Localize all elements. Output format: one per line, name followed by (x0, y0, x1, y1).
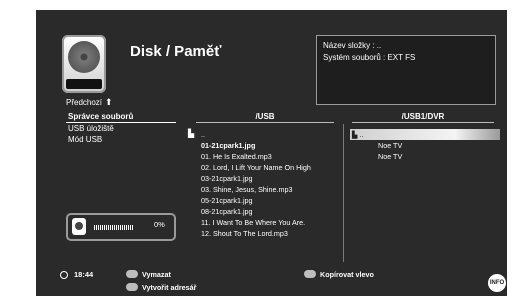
disk-icon (72, 218, 86, 235)
disk-drive-icon (62, 35, 106, 93)
dvr-panel-header: /USB1/DVR (352, 111, 494, 123)
list-item-label: .. (359, 130, 364, 139)
list-item[interactable]: 12. Shout To The Lord.mp3 (199, 228, 337, 239)
delete-key-icon (126, 270, 138, 278)
list-item[interactable]: Noe TV (350, 151, 500, 162)
list-item[interactable]: 11. I Want To Be Where You Are. (199, 217, 337, 228)
list-item[interactable]: 03. Shine, Jesus, Shine.mp3 (199, 184, 337, 195)
menu-item-usb-mode[interactable]: Mód USB (66, 134, 176, 145)
delete-button[interactable]: Vymazat (142, 270, 171, 279)
dvr-file-list: ▙ .. Noe TV Noe TV (350, 129, 500, 162)
page-title: Disk / Paměť (130, 43, 222, 60)
create-folder-button[interactable]: Vytvořit adresář (142, 283, 196, 292)
folder-up-icon: ▙ (352, 130, 360, 139)
info-button[interactable]: INFO (488, 274, 506, 292)
mkdir-key-icon (126, 283, 138, 291)
footer-bar: 18:44 Vymazat Vytvořit adresář Kopírovat… (36, 261, 507, 296)
folder-info-box: Název složky : .. Systém souborů : EXT F… (316, 35, 496, 105)
tv-screen: Disk / Paměť Název složky : .. Systém so… (36, 10, 507, 296)
list-item[interactable]: 08-21cpark1.jpg (199, 206, 337, 217)
progress-widget: 0% (66, 213, 176, 241)
list-item[interactable]: 01-21cpark1.jpg (199, 140, 337, 151)
progress-percent: 0% (154, 220, 165, 229)
clock-icon (60, 271, 68, 279)
list-item[interactable]: 01. He Is Exalted.mp3 (199, 151, 337, 162)
panel-divider (343, 124, 344, 262)
previous-label: Předchozí (66, 98, 103, 107)
menu-item-usb-storage[interactable]: USB úložiště (66, 123, 176, 134)
list-item[interactable]: Noe TV (350, 140, 500, 151)
folder-name-text: Název složky : .. (323, 41, 382, 50)
copy-key-icon (304, 270, 316, 278)
folder-up-icon: ▙ (188, 129, 195, 138)
list-item[interactable]: 02. Lord, I Lift Your Name On High (199, 162, 337, 173)
clock-time: 18:44 (74, 270, 94, 279)
previous-button[interactable]: Předchozí ⬆ (66, 97, 113, 108)
side-menu: Správce souborů USB úložiště Mód USB (66, 111, 176, 145)
list-item[interactable]: .. (199, 129, 337, 140)
list-item[interactable]: 03-21cpark1.jpg (199, 173, 337, 184)
copy-left-button[interactable]: Kopírovat vlevo (320, 270, 374, 279)
usb-panel-header: /USB (196, 111, 334, 123)
list-item[interactable]: 05-21cpark1.jpg (199, 195, 337, 206)
progress-bar (94, 225, 134, 230)
menu-item-file-manager[interactable]: Správce souborů (66, 111, 176, 123)
arrow-up-icon: ⬆ (105, 97, 113, 107)
usb-file-list: .. 01-21cpark1.jpg 01. He Is Exalted.mp3… (199, 129, 337, 239)
list-item-selected[interactable]: ▙ .. (350, 129, 500, 140)
file-system-text: Systém souborů : EXT FS (323, 53, 416, 62)
